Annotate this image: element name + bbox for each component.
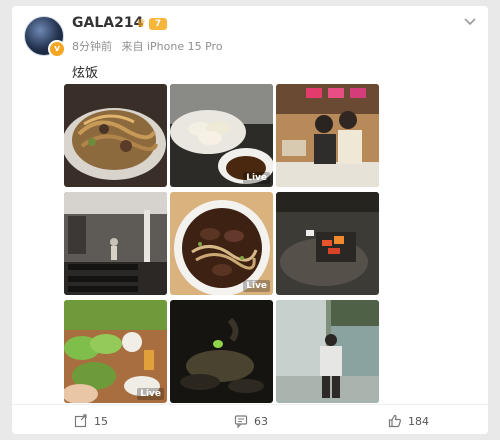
crown-icon: ♛ xyxy=(136,17,146,30)
photo-dumplings-bowl[interactable]: Live xyxy=(170,84,273,187)
chevron-down-icon[interactable] xyxy=(462,14,478,30)
photo-beef-noodle-soup[interactable]: Live xyxy=(170,192,273,295)
post-source: 来自 iPhone 15 Pro xyxy=(121,40,223,53)
post-time[interactable]: 8分钟前 xyxy=(72,40,112,53)
comment-icon xyxy=(234,415,248,428)
post-meta: 8分钟前 来自 iPhone 15 Pro xyxy=(72,38,223,54)
repost-icon xyxy=(74,414,87,428)
repost-count: 15 xyxy=(94,414,108,428)
photo-gym-interior[interactable] xyxy=(64,192,167,295)
avatar[interactable]: v xyxy=(24,16,66,58)
like-count: 184 xyxy=(408,414,429,428)
live-photo-badge: Live xyxy=(137,388,164,400)
photo-noodles-plate[interactable] xyxy=(64,84,167,187)
like-button[interactable]: 184 xyxy=(388,412,429,430)
photo-grill-fire[interactable] xyxy=(276,192,379,295)
live-photo-badge: Live xyxy=(243,280,270,292)
username[interactable]: GALA214 xyxy=(72,15,143,31)
vip-badge[interactable]: 7 xyxy=(149,18,167,30)
photo-night-stream[interactable] xyxy=(170,300,273,403)
post-text: 炫饭 xyxy=(72,66,99,81)
live-photo-badge: Live xyxy=(243,172,270,184)
comment-count: 63 xyxy=(254,414,268,428)
like-icon xyxy=(388,414,402,428)
verified-badge: v xyxy=(48,40,66,58)
photo-lettuce-wrap-meal[interactable]: Live xyxy=(64,300,167,403)
repost-button[interactable]: 15 xyxy=(74,412,108,430)
weibo-post-card: v GALA214 ♛ 7 8分钟前 来自 iPhone 15 Pro 炫饭 L… xyxy=(12,6,488,434)
post-action-bar: 15 63 184 xyxy=(12,404,488,435)
comment-button[interactable]: 63 xyxy=(234,412,268,430)
photo-grid: Live Live Live xyxy=(64,84,379,405)
photo-man-by-waterfall[interactable] xyxy=(276,300,379,403)
photo-friends-at-restaurant[interactable] xyxy=(276,84,379,187)
